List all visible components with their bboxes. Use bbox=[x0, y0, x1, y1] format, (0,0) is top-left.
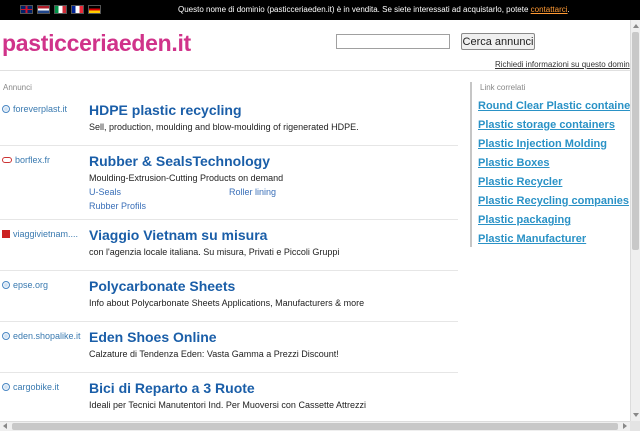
chain-link-icon bbox=[2, 157, 12, 163]
globe-icon bbox=[2, 281, 10, 289]
search-input[interactable] bbox=[336, 34, 450, 49]
ad-domain-text: eden.shopalike.it bbox=[13, 331, 81, 341]
domain-info-link[interactable]: Richiedi informazioni su questo domin bbox=[495, 60, 630, 69]
ad-domain-text: cargobike.it bbox=[13, 382, 60, 392]
related-link[interactable]: Plastic storage containers bbox=[478, 119, 615, 131]
horizontal-scroll-thumb[interactable] bbox=[12, 423, 618, 430]
ad-title[interactable]: Polycarbonate Sheets bbox=[89, 278, 235, 294]
ads-label: Annunci bbox=[3, 83, 32, 92]
globe-icon bbox=[2, 105, 10, 113]
scroll-left-icon[interactable] bbox=[3, 423, 7, 429]
scroll-right-icon[interactable] bbox=[623, 423, 627, 429]
ad-item: epse.org Polycarbonate Sheets Info about… bbox=[0, 271, 458, 322]
ad-domain-text: borflex.fr bbox=[15, 155, 51, 165]
related-link[interactable]: Plastic Boxes bbox=[478, 157, 550, 169]
top-bar: Questo nome di dominio (pasticceriaeden.… bbox=[0, 0, 640, 20]
site-logo[interactable]: pasticceriaeden.it bbox=[2, 30, 191, 57]
globe-icon bbox=[2, 332, 10, 340]
flag-it-icon[interactable] bbox=[54, 5, 67, 14]
flag-uk-icon[interactable] bbox=[20, 5, 33, 14]
scrollbar-corner bbox=[630, 421, 640, 431]
ad-title[interactable]: Bici di Reparto a 3 Ruote bbox=[89, 380, 255, 396]
flag-nl-icon[interactable] bbox=[37, 5, 50, 14]
ad-item: eden.shopalike.it Eden Shoes Online Calz… bbox=[0, 322, 458, 373]
ad-item: viaggivietnam.... Viaggio Vietnam su mis… bbox=[0, 220, 458, 271]
horizontal-scrollbar[interactable] bbox=[0, 421, 630, 431]
ad-description: Sell, production, moulding and blow-moul… bbox=[89, 122, 359, 132]
ad-domain[interactable]: borflex.fr bbox=[2, 155, 50, 165]
ad-sublink-roller-lining[interactable]: Roller lining bbox=[229, 187, 276, 197]
ad-description: Moulding-Extrusion-Cutting Products on d… bbox=[89, 173, 284, 183]
related-link[interactable]: Plastic Manufacturer bbox=[478, 233, 586, 245]
ad-domain[interactable]: epse.org bbox=[2, 280, 48, 290]
search-button[interactable]: Cerca annunci bbox=[461, 33, 535, 50]
ad-domain-text: epse.org bbox=[13, 280, 49, 290]
flag-fr-icon[interactable] bbox=[71, 5, 84, 14]
related-link[interactable]: Plastic Recycler bbox=[478, 176, 562, 188]
ad-domain[interactable]: foreverplast.it bbox=[2, 104, 67, 114]
ad-domain[interactable]: cargobike.it bbox=[2, 382, 59, 392]
ad-description: Ideali per Tecnici Manutentori Ind. Per … bbox=[89, 400, 366, 410]
ads-list: foreverplast.it HDPE plastic recycling S… bbox=[0, 95, 458, 424]
ad-title[interactable]: Viaggio Vietnam su misura bbox=[89, 227, 267, 243]
ad-description: Info about Polycarbonate Sheets Applicat… bbox=[89, 298, 365, 308]
related-links-label: Link correlati bbox=[480, 83, 526, 92]
scroll-down-icon[interactable] bbox=[633, 413, 639, 417]
ad-domain-text: foreverplast.it bbox=[13, 104, 68, 114]
language-flags bbox=[20, 5, 101, 15]
red-logo-icon bbox=[2, 230, 10, 238]
scroll-up-icon[interactable] bbox=[633, 24, 639, 28]
header-divider bbox=[0, 70, 630, 71]
globe-icon bbox=[2, 383, 10, 391]
related-link[interactable]: Plastic Injection Molding bbox=[478, 138, 607, 150]
ad-domain-text: viaggivietnam.... bbox=[13, 229, 79, 239]
ad-title[interactable]: Eden Shoes Online bbox=[89, 329, 217, 345]
related-links-panel: Link correlati Round Clear Plastic conta… bbox=[470, 82, 640, 247]
ad-sublink-rubber-profils[interactable]: Rubber Profils bbox=[89, 201, 146, 211]
ad-domain[interactable]: viaggivietnam.... bbox=[2, 229, 78, 239]
ad-domain[interactable]: eden.shopalike.it bbox=[2, 331, 81, 341]
sale-notice-end: . bbox=[567, 5, 570, 14]
vertical-scrollbar[interactable] bbox=[630, 20, 640, 421]
sale-notice-text: Questo nome di dominio (pasticceriaeden.… bbox=[178, 5, 531, 14]
flag-de-icon[interactable] bbox=[88, 5, 101, 14]
ad-description: Calzature di Tendenza Eden: Vasta Gamma … bbox=[89, 349, 339, 359]
related-link[interactable]: Plastic packaging bbox=[478, 214, 571, 226]
ad-item: foreverplast.it HDPE plastic recycling S… bbox=[0, 95, 458, 146]
related-link[interactable]: Round Clear Plastic containers bbox=[478, 100, 640, 112]
domain-sale-notice: Questo nome di dominio (pasticceriaeden.… bbox=[178, 0, 570, 20]
related-link[interactable]: Plastic Recycling companies bbox=[478, 195, 629, 207]
ad-item: borflex.fr Rubber & SealsTechnology Moul… bbox=[0, 146, 458, 220]
ad-description: con l'agenzia locale italiana. Su misura… bbox=[89, 247, 340, 257]
ad-title[interactable]: HDPE plastic recycling bbox=[89, 102, 242, 118]
vertical-scroll-thumb[interactable] bbox=[632, 32, 639, 250]
ad-item: cargobike.it Bici di Reparto a 3 Ruote I… bbox=[0, 373, 458, 424]
ad-sublink-u-seals[interactable]: U-Seals bbox=[89, 187, 121, 197]
ad-title[interactable]: Rubber & SealsTechnology bbox=[89, 153, 270, 169]
contact-link[interactable]: contattarci bbox=[531, 5, 568, 14]
